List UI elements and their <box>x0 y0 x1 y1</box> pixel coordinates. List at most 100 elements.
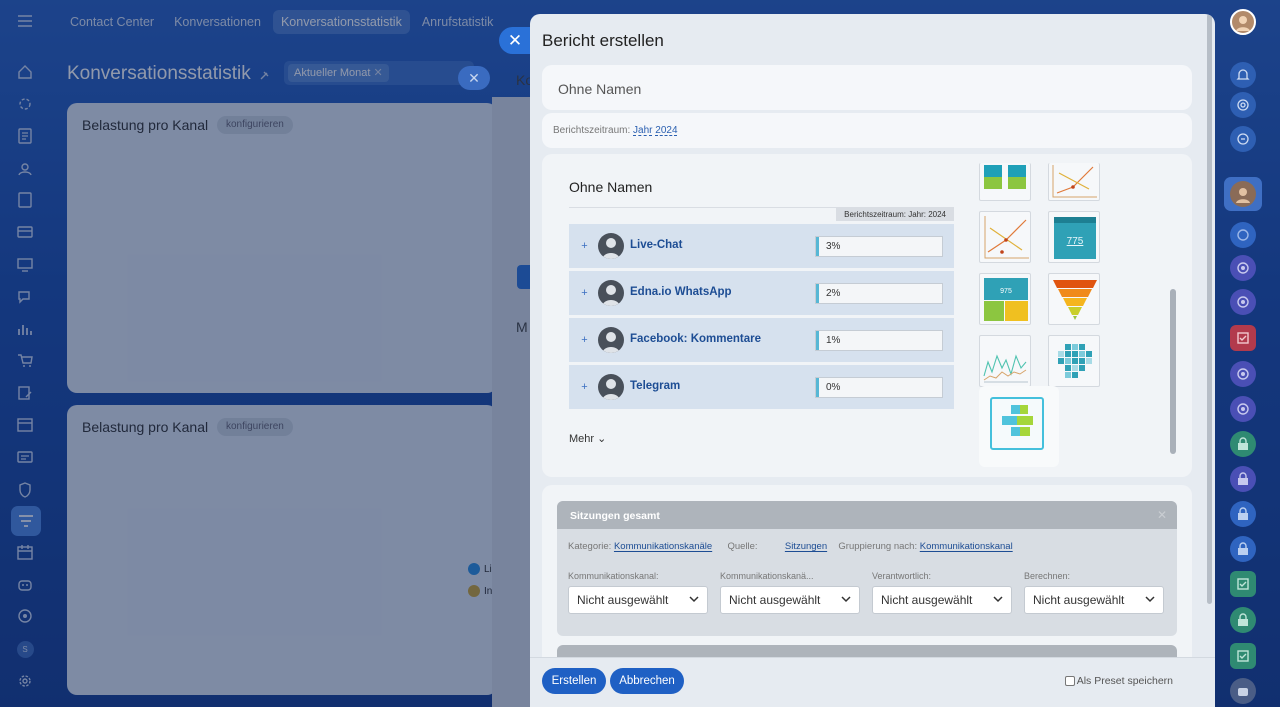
bell-icon[interactable] <box>1230 62 1256 88</box>
openline-icon[interactable] <box>1230 396 1256 422</box>
calculate-select[interactable]: Nicht ausgewählt <box>1024 586 1164 614</box>
lock-icon[interactable] <box>1230 501 1256 527</box>
thumb-value: 775 <box>1067 236 1084 247</box>
channel-name: Edna.io WhatsApp <box>630 286 732 298</box>
heatmap-thumbnail-icon[interactable] <box>1048 335 1100 387</box>
close-icon: ✕ <box>507 30 523 50</box>
value-bar: 1% <box>815 330 943 351</box>
channel-name: Telegram <box>630 380 681 392</box>
report-name-input[interactable]: Ohne Namen <box>542 65 1192 110</box>
create-button[interactable]: Erstellen <box>542 668 606 694</box>
lock-icon[interactable] <box>1230 607 1256 633</box>
select-value: Nicht ausgewählt <box>881 593 973 607</box>
chevron-down-icon <box>993 596 1003 603</box>
list-item[interactable]: + Facebook: Kommentare 1% <box>569 318 954 362</box>
grouped-bars-thumbnail-icon[interactable] <box>979 386 1059 467</box>
period-year-link[interactable]: 2024 <box>655 125 677 136</box>
avatar-icon <box>598 327 624 353</box>
cancel-button[interactable]: Abbrechen <box>610 668 684 694</box>
number-tile-thumbnail-icon[interactable]: 775 <box>1048 211 1100 263</box>
chevron-down-icon <box>1145 596 1155 603</box>
lock-icon[interactable] <box>1230 466 1256 492</box>
close-icon[interactable]: ✕ <box>458 66 490 90</box>
expand-icon[interactable]: + <box>579 288 590 299</box>
category-label: Kategorie: <box>568 541 612 552</box>
select-value: Nicht ausgewählt <box>1033 593 1125 607</box>
filter-label: Kommunikationskanä... <box>720 571 814 581</box>
save-preset-label: Als Preset speichern <box>1076 675 1173 687</box>
select-value: Nicht ausgewählt <box>729 593 821 607</box>
channel-name: Live-Chat <box>630 239 683 251</box>
filter-label: Kommunikationskanal: <box>568 571 659 581</box>
checkbox-icon[interactable] <box>1064 676 1075 686</box>
checkbox-icon[interactable] <box>1230 325 1256 351</box>
tile-grid-thumbnail-icon[interactable]: 975 <box>979 273 1031 325</box>
preview-widget: Berichtszeitraum: Jahr: 2024 + Live-Chat… <box>569 207 954 409</box>
bot-icon[interactable] <box>1230 678 1256 704</box>
area-line-thumbnail-icon[interactable] <box>979 335 1031 387</box>
report-create-dialog: Bericht erstellen Ohne Namen Berichtszei… <box>530 14 1215 707</box>
lock-icon[interactable] <box>1230 431 1256 457</box>
dialog-title: Bericht erstellen <box>542 31 664 50</box>
more-button[interactable]: Mehr ⌄ <box>569 432 606 445</box>
source-link[interactable]: Sitzungen <box>785 541 827 552</box>
config-card-header: Sitzungen gesamt ✕ <box>557 501 1177 529</box>
thumbnails-scrollbar[interactable] <box>1170 289 1176 454</box>
value-label: 2% <box>826 288 841 299</box>
checkbox-icon[interactable] <box>1230 571 1256 597</box>
value-bar: 2% <box>815 283 943 304</box>
contact-avatar-icon[interactable] <box>1230 181 1256 207</box>
search-chat-icon[interactable] <box>1230 126 1256 152</box>
value-label: 1% <box>826 335 841 346</box>
thumb-value: 975 <box>1000 288 1012 295</box>
lock-icon[interactable] <box>1230 536 1256 562</box>
filter-label: Verantwortlich: <box>872 571 932 581</box>
filter-label: Berechnen: <box>1024 571 1071 581</box>
list-item[interactable]: + Edna.io WhatsApp 2% <box>569 271 954 315</box>
at-icon[interactable] <box>1230 92 1256 118</box>
openline-icon[interactable] <box>1230 222 1256 248</box>
select-value: Nicht ausgewählt <box>577 593 669 607</box>
user-avatar-icon[interactable] <box>1230 9 1256 35</box>
value-label: 3% <box>826 241 841 252</box>
line-chart-thumbnail-icon[interactable] <box>979 211 1031 263</box>
expand-icon[interactable]: + <box>579 335 590 346</box>
more-label: Mehr <box>569 433 595 445</box>
chevron-down-icon: ⌄ <box>597 433 607 445</box>
config-card: Sitzungen gesamt ✕ Kategorie: Kommunikat… <box>557 501 1177 636</box>
grouping-link[interactable]: Kommunikationskanal <box>920 541 1013 552</box>
list-item[interactable]: + Live-Chat 3% <box>569 224 954 268</box>
expand-icon[interactable]: + <box>579 241 590 252</box>
expand-icon[interactable]: + <box>579 382 590 393</box>
dialog-scrollbar[interactable] <box>1207 14 1212 604</box>
openline-icon[interactable] <box>1230 289 1256 315</box>
checkbox-icon[interactable] <box>1230 643 1256 669</box>
channel-select[interactable]: Nicht ausgewählt <box>568 586 708 614</box>
chevron-down-icon <box>689 596 699 603</box>
openline-icon[interactable] <box>1230 361 1256 387</box>
chevron-down-icon <box>841 596 851 603</box>
channel-name: Facebook: Kommentare <box>630 333 762 345</box>
close-icon[interactable]: ✕ <box>1157 508 1167 522</box>
dialog-footer: Erstellen Abbrechen Als Preset speichern <box>530 657 1215 707</box>
save-preset-checkbox[interactable]: Als Preset speichern <box>1064 675 1173 687</box>
close-slider-button[interactable]: ✕ <box>499 27 531 54</box>
value-bar: 0% <box>815 377 943 398</box>
category-link[interactable]: Kommunikationskanäle <box>614 541 712 552</box>
config-card-collapsed[interactable] <box>557 645 1177 657</box>
widget-period-tag: Berichtszeitraum: Jahr: 2024 <box>836 208 954 221</box>
value-label: 0% <box>826 382 841 393</box>
report-preview-panel: Ohne Namen Berichtszeitraum: Jahr: 2024 … <box>542 154 1192 477</box>
grouping-label: Gruppierung nach: <box>838 541 918 552</box>
period-unit-link[interactable]: Jahr <box>633 125 652 136</box>
funnel-thumbnail-icon[interactable] <box>1048 273 1100 325</box>
list-item[interactable]: + Telegram 0% <box>569 365 954 409</box>
bar-tiles-thumbnail-icon[interactable] <box>979 163 1031 201</box>
value-bar: 3% <box>815 236 943 257</box>
avatar-icon <box>598 233 624 259</box>
channel-type-select[interactable]: Nicht ausgewählt <box>720 586 860 614</box>
responsible-select[interactable]: Nicht ausgewählt <box>872 586 1012 614</box>
openline-icon[interactable] <box>1230 255 1256 281</box>
preview-title: Ohne Namen <box>569 179 653 195</box>
line-chart-thumbnail-icon[interactable] <box>1048 163 1100 201</box>
